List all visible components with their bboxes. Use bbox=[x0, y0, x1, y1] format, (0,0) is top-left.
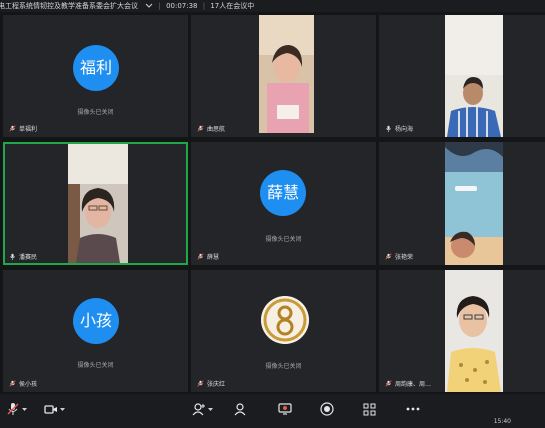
participant-video bbox=[445, 270, 503, 392]
more-icon bbox=[406, 407, 420, 411]
invite-button[interactable] bbox=[192, 400, 213, 418]
microphone-icon bbox=[7, 403, 19, 415]
participant-tile[interactable]: 摄像头已关闭 张庆红 bbox=[191, 270, 376, 392]
participant-video bbox=[68, 144, 128, 263]
microphone-button[interactable] bbox=[6, 400, 27, 418]
mic-muted-icon bbox=[197, 380, 204, 387]
participant-name-row: 杨向海 bbox=[385, 124, 413, 133]
camera-icon bbox=[44, 405, 57, 414]
chevron-down-icon[interactable] bbox=[145, 0, 153, 12]
participant-name: 张庆红 bbox=[207, 381, 226, 388]
camera-off-label: 摄像头已关闭 bbox=[77, 109, 114, 116]
participant-tile[interactable]: 曲思航 bbox=[191, 15, 376, 137]
divider: | bbox=[202, 2, 206, 10]
participant-name: 单福利 bbox=[19, 126, 38, 133]
participant-name-row: 侯小孩 bbox=[9, 379, 37, 388]
participant-name-row: 潘赛民 bbox=[9, 252, 37, 261]
add-participant-icon bbox=[192, 403, 205, 416]
participant-tile[interactable]: 小孩 摄像头已关闭 侯小孩 bbox=[3, 270, 188, 392]
participant-tile[interactable]: 张艳荣 bbox=[379, 142, 545, 265]
record-icon bbox=[320, 402, 334, 416]
mic-muted-icon bbox=[385, 253, 392, 260]
avatar: 小孩 bbox=[73, 298, 119, 344]
mic-muted-icon bbox=[385, 380, 392, 387]
participant-name-row: 薛慧 bbox=[197, 252, 219, 261]
video-grid: 福利 摄像头已关闭 单福利 曲思航 杨向海 潘赛民 薛慧 摄像头已关闭 薛慧 张… bbox=[3, 15, 545, 392]
avatar: 薛慧 bbox=[260, 170, 306, 216]
mic-icon bbox=[386, 125, 391, 132]
camera-off-label: 摄像头已关闭 bbox=[265, 236, 302, 243]
participant-name: 薛慧 bbox=[207, 254, 220, 261]
mic-muted-icon bbox=[197, 125, 204, 132]
camera-off-label: 摄像头已关闭 bbox=[265, 363, 302, 370]
participant-name-row: 曲思航 bbox=[197, 124, 225, 133]
elapsed-time: 00:07:38 bbox=[166, 2, 198, 10]
participant-tile-active-speaker[interactable]: 潘赛民 bbox=[3, 142, 188, 265]
participant-name: 曲思航 bbox=[207, 126, 226, 133]
attendance-count[interactable]: 17人在会议中 bbox=[210, 0, 254, 12]
participant-tile[interactable]: 薛慧 摄像头已关闭 薛慧 bbox=[191, 142, 376, 265]
participant-name-row: 周韵康、周… bbox=[385, 379, 431, 388]
participant-name: 周韵康、周… bbox=[395, 381, 432, 388]
meeting-toolbar: 15:40 bbox=[0, 394, 545, 428]
participant-name: 侯小孩 bbox=[19, 381, 38, 388]
avatar: 福利 bbox=[73, 45, 119, 91]
participant-name-row: 张艳荣 bbox=[385, 252, 413, 261]
participant-tile[interactable]: 福利 摄像头已关闭 单福利 bbox=[3, 15, 188, 137]
caret-down-icon[interactable] bbox=[60, 407, 65, 412]
participant-name: 杨向海 bbox=[395, 126, 414, 133]
participants-button[interactable] bbox=[233, 400, 247, 418]
record-button[interactable] bbox=[320, 400, 334, 418]
apps-button[interactable] bbox=[363, 400, 376, 418]
mic-muted-icon bbox=[9, 380, 16, 387]
more-button[interactable] bbox=[406, 400, 420, 418]
participant-tile[interactable]: 杨向海 bbox=[379, 15, 545, 137]
taskbar-clock: 15:40 bbox=[493, 418, 511, 425]
mic-muted-icon bbox=[9, 125, 16, 132]
share-screen-icon bbox=[278, 403, 292, 415]
participants-icon bbox=[234, 403, 246, 416]
avatar-image bbox=[261, 296, 309, 344]
mic-icon bbox=[10, 253, 15, 260]
meeting-title[interactable]: 电工程系统情韧控及教学准备系委会扩大会议 bbox=[0, 0, 138, 12]
participant-video bbox=[259, 15, 314, 133]
share-screen-button[interactable] bbox=[278, 400, 292, 418]
participant-tile[interactable]: 周韵康、周… bbox=[379, 270, 545, 392]
participant-name: 张艳荣 bbox=[395, 254, 414, 261]
caret-down-icon[interactable] bbox=[22, 407, 27, 412]
participant-name: 潘赛民 bbox=[19, 254, 38, 261]
participant-name-row: 张庆红 bbox=[197, 379, 225, 388]
mic-muted-icon bbox=[197, 253, 204, 260]
participant-name-row: 单福利 bbox=[9, 124, 37, 133]
meeting-title-bar: 电工程系统情韧控及教学准备系委会扩大会议 | 00:07:38 | 17人在会议… bbox=[0, 0, 545, 12]
camera-button[interactable] bbox=[44, 400, 65, 418]
participant-video bbox=[445, 15, 503, 137]
participant-video bbox=[445, 142, 503, 265]
caret-down-icon[interactable] bbox=[208, 407, 213, 412]
divider: | bbox=[158, 2, 161, 10]
camera-off-label: 摄像头已关闭 bbox=[77, 362, 114, 369]
apps-grid-icon bbox=[363, 403, 376, 415]
